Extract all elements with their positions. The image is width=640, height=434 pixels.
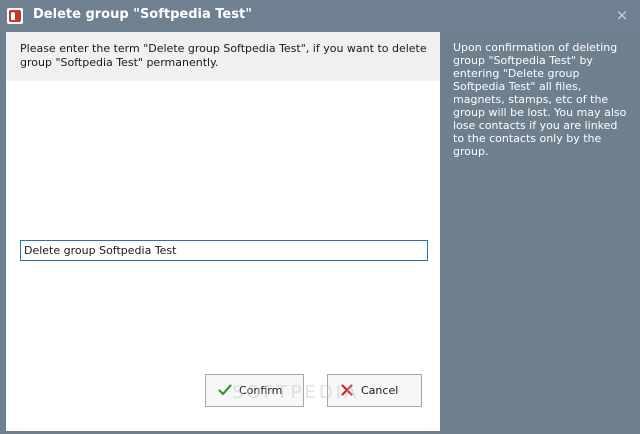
checkmark-icon — [218, 384, 232, 396]
cancel-button[interactable]: Cancel — [327, 374, 422, 407]
x-icon — [341, 384, 353, 396]
info-side-panel: Upon confirmation of deleting group "Sof… — [440, 32, 640, 431]
dialog-main-panel: Please enter the term "Delete group Soft… — [6, 32, 440, 431]
info-text: Upon confirmation of deleting group "Sof… — [453, 41, 627, 158]
instruction-banner: Please enter the term "Delete group Soft… — [6, 32, 440, 81]
close-icon[interactable]: × — [614, 7, 630, 23]
confirmation-input[interactable] — [20, 240, 428, 261]
magnet-icon — [7, 8, 23, 24]
instruction-text: Please enter the term "Delete group Soft… — [20, 42, 427, 69]
confirm-button[interactable]: Confirm — [205, 374, 304, 407]
window-title: Delete group "Softpedia Test" — [33, 7, 252, 22]
title-bar: Delete group "Softpedia Test" × — [0, 0, 640, 32]
cancel-button-label: Cancel — [361, 384, 399, 397]
confirm-button-label: Confirm — [239, 384, 283, 397]
